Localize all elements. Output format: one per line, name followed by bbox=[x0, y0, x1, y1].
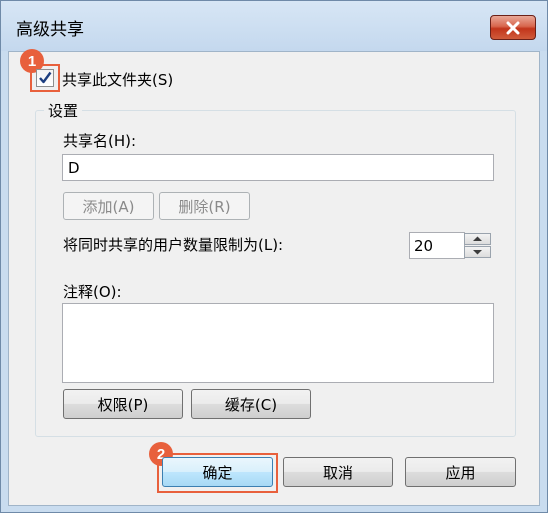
ok-button[interactable]: 确定 bbox=[162, 457, 273, 487]
comment-textarea[interactable] bbox=[62, 303, 494, 383]
user-limit-spinner bbox=[464, 233, 491, 258]
share-name-value: D bbox=[68, 159, 80, 177]
spin-up-button[interactable] bbox=[464, 233, 491, 245]
share-folder-checkbox[interactable] bbox=[36, 69, 54, 87]
user-limit-label: 将同时共享的用户数量限制为(L): bbox=[63, 236, 284, 254]
arrow-down-icon bbox=[473, 250, 482, 255]
title-bar: 高级共享 bbox=[1, 1, 547, 51]
cancel-button[interactable]: 取消 bbox=[283, 457, 393, 487]
close-icon bbox=[506, 21, 520, 34]
apply-button[interactable]: 应用 bbox=[405, 457, 516, 487]
arrow-up-icon bbox=[473, 236, 482, 241]
spin-down-button[interactable] bbox=[464, 246, 491, 258]
user-limit-input[interactable]: 20 bbox=[409, 232, 465, 259]
comment-label: 注释(O): bbox=[63, 283, 122, 301]
permissions-button[interactable]: 权限(P) bbox=[63, 389, 183, 419]
share-name-input[interactable]: D bbox=[62, 154, 494, 181]
share-name-label: 共享名(H): bbox=[63, 132, 137, 150]
caching-button[interactable]: 缓存(C) bbox=[191, 389, 311, 419]
add-button[interactable]: 添加(A) bbox=[63, 192, 154, 220]
window-title: 高级共享 bbox=[16, 20, 84, 40]
share-folder-label: 共享此文件夹(S) bbox=[62, 71, 174, 89]
checkmark-icon bbox=[39, 71, 52, 84]
remove-button[interactable]: 删除(R) bbox=[159, 192, 250, 220]
settings-group-label: 设置 bbox=[44, 100, 83, 121]
user-limit-value: 20 bbox=[414, 237, 434, 255]
close-button[interactable] bbox=[490, 15, 536, 40]
